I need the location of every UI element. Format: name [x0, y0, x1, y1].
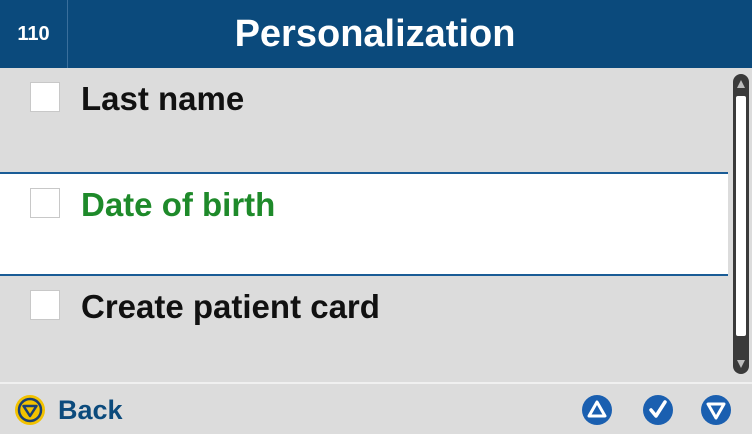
down-button[interactable]: [700, 394, 732, 426]
down-arrow-icon: [701, 395, 731, 425]
list-item-label: Date of birth: [81, 186, 276, 223]
option-list: Last name Date of birth Create patient c…: [0, 68, 728, 380]
list-item-date-of-birth[interactable]: Date of birth: [0, 172, 728, 276]
personalization-screen: 110 Personalization Last name Date of bi…: [0, 0, 752, 434]
screen-number: 110: [0, 0, 68, 68]
up-button[interactable]: [581, 394, 613, 426]
page-title: Personalization: [234, 12, 516, 55]
confirm-button[interactable]: [642, 394, 674, 426]
checkbox-last-name[interactable]: [30, 82, 60, 112]
footer-bar: Back: [0, 382, 752, 434]
list-item-last-name[interactable]: Last name: [0, 68, 728, 172]
checkbox-date-of-birth[interactable]: [30, 188, 60, 218]
scrollbar[interactable]: [733, 74, 749, 374]
list-item-create-patient-card[interactable]: Create patient card: [0, 276, 728, 380]
up-arrow-icon: [582, 395, 612, 425]
stop-circle-icon: [15, 395, 45, 425]
back-label: Back: [58, 394, 123, 425]
header-bar: 110 Personalization: [0, 0, 752, 68]
list-item-label: Create patient card: [81, 288, 380, 325]
scroll-down-arrow-icon[interactable]: [737, 360, 745, 368]
scrollbar-thumb[interactable]: [736, 96, 746, 336]
checkbox-create-patient-card[interactable]: [30, 290, 60, 320]
back-button[interactable]: Back: [14, 394, 123, 426]
list-item-label: Last name: [81, 80, 245, 117]
scroll-up-arrow-icon[interactable]: [737, 80, 745, 88]
checkmark-icon: [643, 395, 673, 425]
